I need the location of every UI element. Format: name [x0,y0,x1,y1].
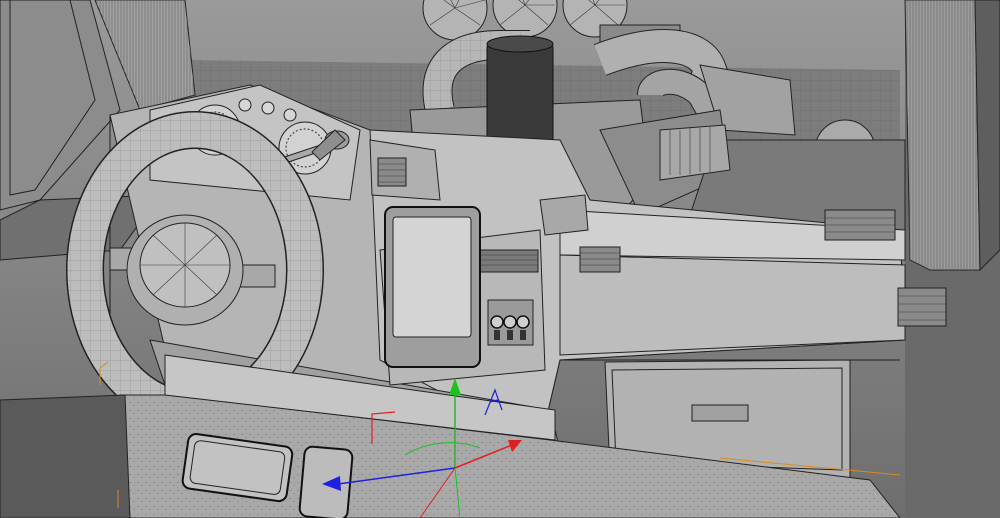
3d-viewport[interactable] [0,0,1000,518]
toggle-switches [487,299,534,346]
air-vent-right [579,246,621,273]
tablet-display [384,206,481,368]
scene-render [0,0,1000,518]
windshield-pillar-right [904,0,1000,518]
air-vent-left [369,139,441,201]
